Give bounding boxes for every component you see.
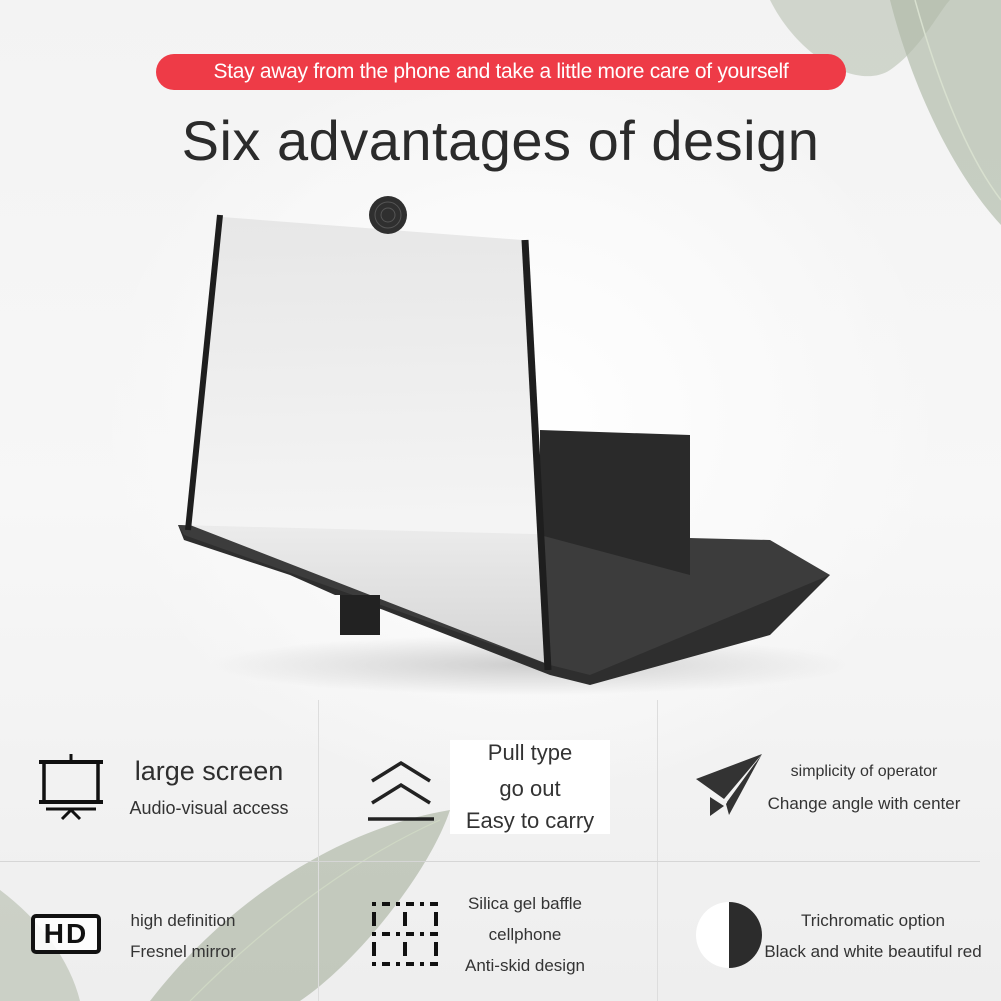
promo-banner: Stay away from the phone and take a litt… xyxy=(156,54,846,90)
screen-magnifier-product-image xyxy=(178,196,850,695)
dashed-grid-icon xyxy=(372,902,438,966)
feature-line-1: Pull type xyxy=(487,740,573,765)
feature-line-2: Change angle with center xyxy=(767,794,961,813)
divider-horizontal xyxy=(0,861,980,862)
double-chevron-up-icon xyxy=(368,760,434,821)
feature-text: large screen Audio-visual access xyxy=(120,756,298,818)
projector-screen-icon xyxy=(39,754,103,821)
hd-badge-icon: HD xyxy=(31,914,101,954)
feature-text: high definition Fresnel mirror xyxy=(118,912,248,960)
feature-text: Trichromatic option Black and white beau… xyxy=(758,912,988,960)
feature-title: large screen xyxy=(134,756,284,786)
feature-line-3: Anti-skid design xyxy=(464,956,585,975)
half-circle-icon xyxy=(696,902,762,968)
feature-line-1: Silica gel baffle xyxy=(467,894,583,913)
feature-line-3: Easy to carry xyxy=(465,808,595,833)
page-title: Six advantages of design xyxy=(181,109,820,172)
feature-line-1: simplicity of operator xyxy=(790,763,938,780)
divider-vertical-2 xyxy=(657,700,658,1001)
feature-subtitle: Audio-visual access xyxy=(129,798,289,818)
feature-line-2: go out xyxy=(499,776,561,801)
feature-text: Silica gel baffle cellphone Anti-skid de… xyxy=(450,895,600,974)
feature-text: Pull type go out Easy to carry xyxy=(450,740,610,834)
feature-line-2: cellphone xyxy=(488,925,562,944)
feature-text: simplicity of operator Change angle with… xyxy=(754,763,974,813)
feature-line-1: Trichromatic option xyxy=(801,911,945,930)
feature-line-2: Black and white beautiful red xyxy=(764,942,982,961)
feature-line-1: high definition xyxy=(130,911,236,930)
feature-line-2: Fresnel mirror xyxy=(130,942,236,961)
divider-vertical-1 xyxy=(318,700,319,1001)
